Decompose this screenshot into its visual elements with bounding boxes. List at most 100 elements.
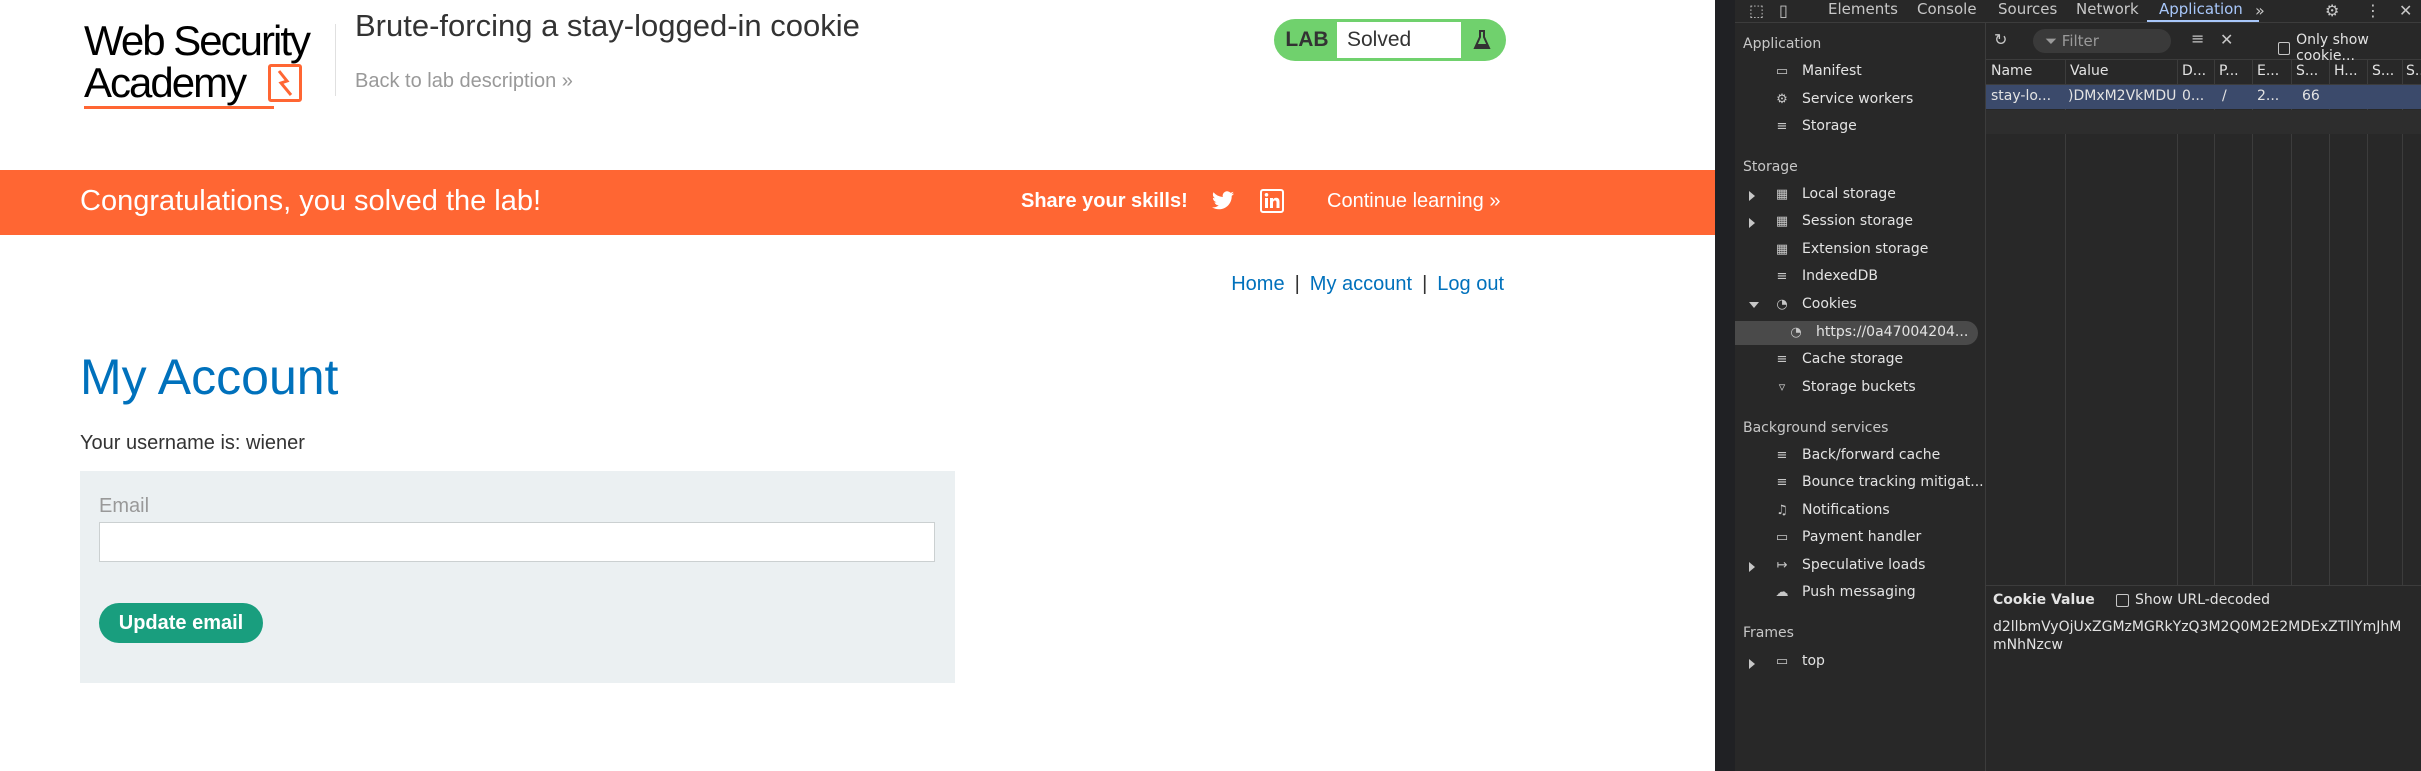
logo-bolt-icon <box>268 64 302 102</box>
expand-session-storage-icon[interactable] <box>1749 218 1755 228</box>
table-header: Name Value D... P... E... S... H... S...… <box>1986 60 2421 85</box>
section-frames: Frames <box>1743 625 1794 641</box>
refresh-icon[interactable]: ↻ <box>1994 30 2007 49</box>
column-header-httponly[interactable]: H... <box>2334 63 2358 79</box>
tab-console[interactable]: Console <box>1917 0 1977 18</box>
sidebar-item-local-storage[interactable]: ▦ Local storage <box>1773 186 1896 202</box>
cell-value: )DMxM2VkMDU1 <box>2068 88 2176 104</box>
gears-icon: ⚙ <box>1776 92 1788 107</box>
checkbox[interactable] <box>2278 41 2291 55</box>
my-account-link[interactable]: My account <box>1310 273 1412 295</box>
tab-network[interactable]: Network <box>2076 0 2139 18</box>
sidebar-item-extension-storage[interactable]: ▦ Extension storage <box>1773 241 1929 257</box>
sidebar-item-service-workers[interactable]: ⚙ Service workers <box>1773 91 1913 107</box>
lab-title: Brute-forcing a stay-logged-in cookie <box>355 8 860 43</box>
settings-gear-icon[interactable]: ⚙ <box>2325 1 2339 20</box>
email-field[interactable] <box>99 522 935 562</box>
logo-underline <box>84 106 274 109</box>
show-url-decoded-checkbox[interactable]: Show URL-decoded <box>2116 592 2270 608</box>
logo-line-1: Web Security <box>84 17 311 64</box>
column-header-path[interactable]: P... <box>2219 63 2239 79</box>
cell-name: stay-lo... <box>1991 88 2052 104</box>
devtools-splitter[interactable] <box>1715 0 1735 771</box>
sidebar-item-speculative-loads[interactable]: ↦ Speculative loads <box>1773 557 1926 573</box>
active-tab-indicator <box>2147 20 2259 22</box>
continue-learning-link[interactable]: Continue learning » <box>1327 190 1500 213</box>
congratulations-message: Congratulations, you solved the lab! <box>80 185 542 217</box>
sidebar-item-notifications[interactable]: ♫ Notifications <box>1773 502 1889 518</box>
table-icon: ▦ <box>1775 214 1789 229</box>
sidebar-item-payment-handler[interactable]: ▭ Payment handler <box>1773 529 1921 545</box>
badge-lab-label: LAB <box>1285 28 1329 51</box>
cookie-icon: ◔ <box>1790 325 1802 340</box>
sidebar-item-cookie-origin[interactable]: ◔ https://0a47004204... <box>1787 324 1968 340</box>
share-skills-label: Share your skills! <box>1021 190 1188 212</box>
flask-icon <box>1461 22 1503 58</box>
section-storage: Storage <box>1743 159 1798 175</box>
device-toolbar-icon[interactable]: ▯ <box>1779 1 1788 20</box>
bell-icon: ♫ <box>1776 503 1788 518</box>
cookie-value-text[interactable]: d2llbmVyOjUxZGMzMGRkYzQ3M2Q0M2E2MDExZTll… <box>1993 618 2413 654</box>
update-email-button[interactable]: Update email <box>99 603 263 643</box>
nav-separator: | <box>1422 273 1428 295</box>
inspect-element-icon[interactable]: ⬚ <box>1749 1 1764 20</box>
sidebar-item-push-messaging[interactable]: ☁ Push messaging <box>1773 584 1916 600</box>
cookies-toolbar: ↻ ⏷ Filter ≡ ✕ Only show cookie... <box>1986 23 2421 64</box>
sidebar-item-frame-top[interactable]: ▭ top <box>1773 653 1825 669</box>
column-header-expires[interactable]: E... <box>2257 63 2279 79</box>
clear-filtered-cookies-icon[interactable]: ≡ <box>2191 29 2204 48</box>
sidebar-item-indexeddb[interactable]: ≡ IndexedDB <box>1773 268 1878 284</box>
username-text: Your username is: wiener <box>80 432 305 454</box>
tab-sources[interactable]: Sources <box>1998 0 2057 18</box>
cookie-value-title: Cookie Value <box>1993 592 2095 608</box>
collapse-cookies-icon[interactable] <box>1749 302 1759 308</box>
column-header-domain[interactable]: D... <box>2182 63 2206 79</box>
database-icon: ≡ <box>1776 475 1788 490</box>
linkedin-icon[interactable] <box>1260 189 1284 218</box>
web-security-academy-logo[interactable]: Web Security Academy <box>80 17 335 109</box>
cell-size: 66 <box>2302 88 2320 104</box>
column-header-size[interactable]: S... <box>2296 63 2318 79</box>
cookies-table: Name Value D... P... E... S... H... S...… <box>1986 60 2421 585</box>
expand-local-storage-icon[interactable] <box>1749 191 1755 201</box>
sidebar-item-bfcache[interactable]: ≡ Back/forward cache <box>1773 447 1941 463</box>
sidebar-item-cache-storage[interactable]: ≡ Cache storage <box>1773 351 1904 367</box>
more-options-icon[interactable]: ⋮ <box>2365 1 2381 20</box>
window-icon: ▭ <box>1775 654 1789 669</box>
column-header-value[interactable]: Value <box>2070 63 2108 79</box>
twitter-icon[interactable] <box>1210 189 1236 218</box>
empty-table-row <box>1986 110 2421 134</box>
checkbox[interactable] <box>2116 593 2129 607</box>
column-header-samesite[interactable]: S... <box>2406 63 2421 79</box>
sidebar-item-session-storage[interactable]: ▦ Session storage <box>1773 213 1913 229</box>
column-header-secure[interactable]: S... <box>2372 63 2394 79</box>
log-out-link[interactable]: Log out <box>1437 273 1504 295</box>
filter-icon: ⏷ <box>2045 32 2062 50</box>
table-row[interactable]: stay-lo... )DMxM2VkMDU1 0... / 2... 66 <box>1986 85 2421 109</box>
column-header-name[interactable]: Name <box>1991 63 2032 79</box>
section-background-services: Background services <box>1743 420 1889 436</box>
tab-application[interactable]: Application <box>2159 0 2243 18</box>
expand-speculative-loads-icon[interactable] <box>1749 562 1755 572</box>
document-icon: ▭ <box>1775 64 1789 79</box>
delete-selected-icon[interactable]: ✕ <box>2220 30 2233 49</box>
devtools-panel: ⬚ ▯ Elements Console Sources Network App… <box>1735 0 2421 771</box>
sidebar-item-storage-buckets[interactable]: ▿ Storage buckets <box>1773 379 1916 395</box>
home-link[interactable]: Home <box>1231 273 1284 295</box>
nav-separator: | <box>1294 273 1300 295</box>
cell-domain: 0... <box>2182 88 2205 104</box>
lab-status-badge: LAB Solved <box>1274 19 1506 61</box>
section-application: Application <box>1743 36 1822 52</box>
sidebar-item-storage-overview[interactable]: ≡ Storage <box>1773 118 1857 134</box>
sidebar-item-cookies[interactable]: ◔ Cookies <box>1773 296 1856 312</box>
cookie-filter-input[interactable]: ⏷ Filter <box>2033 29 2171 53</box>
tab-elements[interactable]: Elements <box>1828 0 1898 18</box>
database-icon: ≡ <box>1776 269 1788 284</box>
credit-card-icon: ▭ <box>1775 530 1789 545</box>
close-devtools-icon[interactable]: ✕ <box>2399 1 2412 20</box>
more-tabs-icon[interactable]: » <box>2255 1 2265 20</box>
sidebar-item-bounce-tracking[interactable]: ≡ Bounce tracking mitigat... <box>1773 474 1984 490</box>
back-to-lab-description-link[interactable]: Back to lab description » <box>355 70 573 93</box>
sidebar-item-manifest[interactable]: ▭ Manifest <box>1773 63 1862 79</box>
expand-frame-top-icon[interactable] <box>1749 659 1755 669</box>
